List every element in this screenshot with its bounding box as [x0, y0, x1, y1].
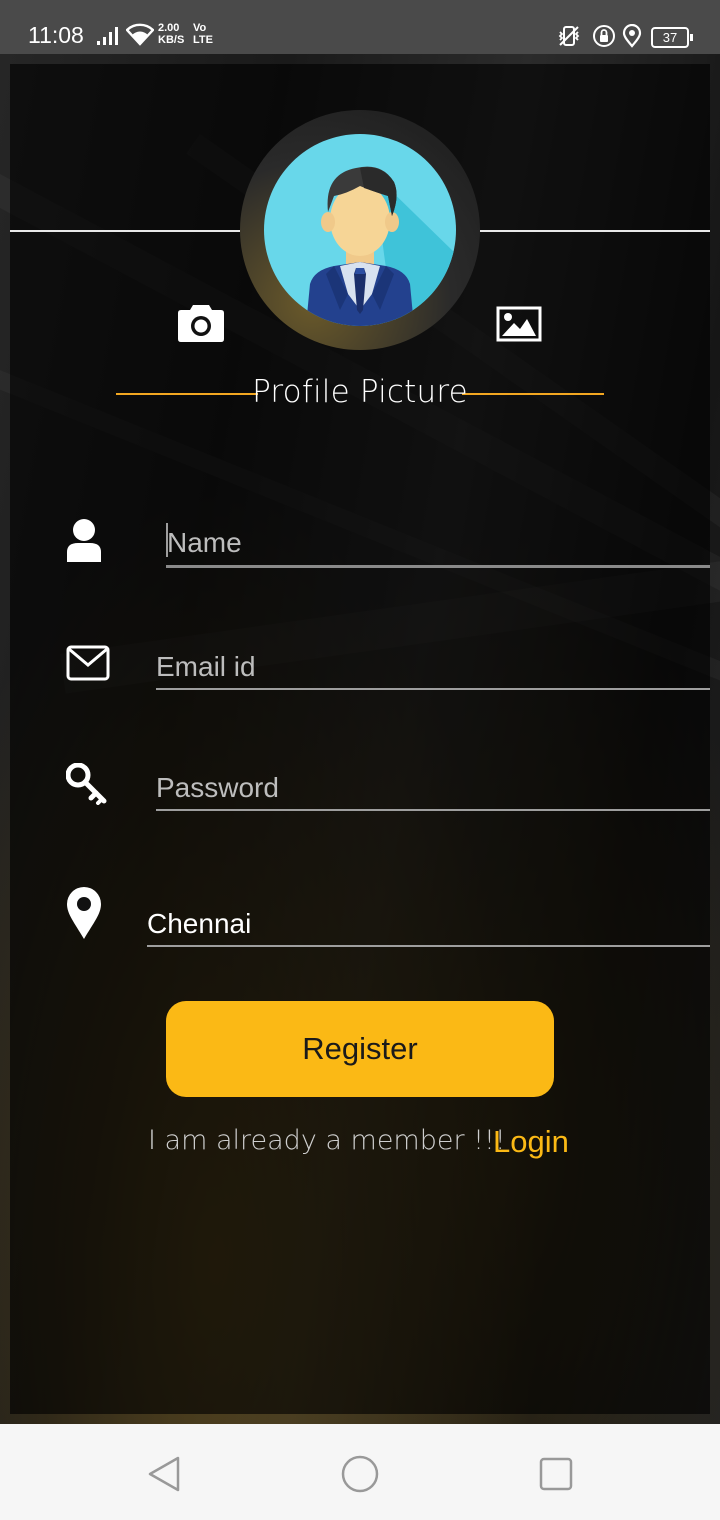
name-input[interactable] [167, 522, 707, 564]
envelope-icon [66, 645, 110, 681]
battery-indicator: 37 [651, 27, 693, 48]
avatar-divider-left [10, 230, 240, 232]
profile-picture-label: Profile Picture [252, 374, 468, 410]
location-status-icon [622, 24, 642, 48]
vibrate-icon [558, 26, 580, 46]
name-underline [166, 565, 710, 568]
net-speed-value: 2.00 [158, 22, 180, 34]
lock-rotation-icon [593, 25, 615, 47]
user-icon [67, 519, 101, 562]
signal-icon [97, 27, 118, 45]
user-avatar-icon [306, 166, 456, 326]
camera-icon[interactable] [177, 301, 225, 343]
login-link[interactable]: Login [493, 1124, 569, 1160]
vo-label: Vo [193, 22, 207, 34]
profile-picture-caption: Profile Picture [116, 372, 604, 416]
volte-indicator: Vo LTE [193, 22, 213, 46]
home-icon[interactable] [340, 1454, 380, 1494]
status-bar: 11:08 2.00 KB/S Vo LTE 37 [0, 0, 720, 54]
password-input[interactable] [156, 768, 706, 808]
password-underline [156, 809, 710, 811]
location-underline [147, 945, 710, 947]
email-underline [156, 688, 710, 690]
avatar[interactable] [264, 134, 456, 326]
wifi-icon [126, 23, 154, 46]
email-input[interactable] [156, 647, 706, 687]
net-speed: 2.00 KB/S [158, 22, 184, 46]
image-icon[interactable] [496, 306, 542, 342]
back-icon[interactable] [144, 1454, 184, 1494]
system-navigation-bar [0, 1424, 720, 1520]
avatar-divider-right [480, 230, 710, 232]
lte-label: LTE [193, 34, 213, 46]
recents-icon[interactable] [536, 1454, 576, 1494]
location-pin-icon [67, 887, 101, 939]
key-icon [66, 763, 107, 805]
already-member-text: I am already a member !!! [148, 1125, 506, 1156]
register-button[interactable]: Register [166, 1001, 554, 1097]
status-time: 11:08 [28, 22, 84, 48]
net-speed-unit: KB/S [158, 34, 185, 46]
location-field[interactable]: Chennai [147, 904, 707, 944]
